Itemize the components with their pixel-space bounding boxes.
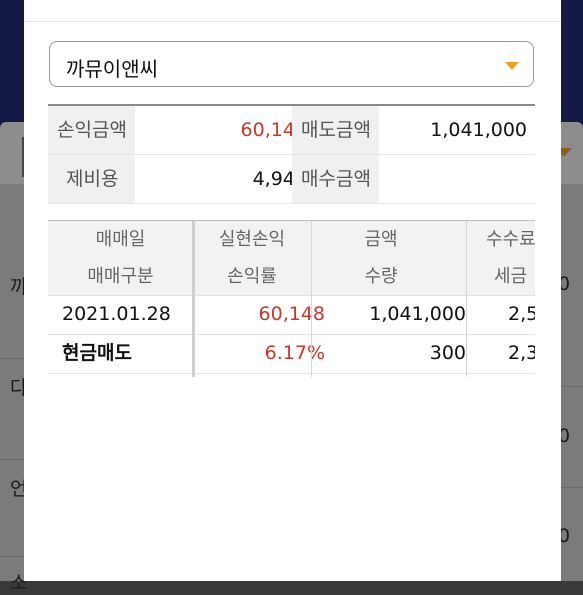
table-header-row: 매매일 실현손익 금액 수수료: [48, 221, 535, 258]
costs-value: 4,942: [252, 168, 307, 190]
profit-amount-value: 60,148: [240, 119, 307, 141]
column-divider: [311, 221, 312, 377]
column-header-trade-type: 매매구분: [87, 266, 154, 287]
table-row[interactable]: 현금매도 6.17% 300 2,3: [48, 335, 535, 374]
summary-row: 손익금액 60,148 매도금액 1,041,000: [48, 106, 535, 155]
tax-cell: 2,3: [508, 342, 535, 364]
column-header-fee: 수수료: [486, 229, 535, 250]
column-divider: [192, 221, 195, 377]
column-header-amount: 금액: [364, 229, 398, 250]
table-row[interactable]: 2021.01.28 60,148 1,041,000 2,5: [48, 296, 535, 335]
trade-detail-modal: 까뮤이앤씨 손익금액 60,148 매도금액 1,041,000 제비용 4,9…: [24, 0, 561, 581]
stock-select-value: 까뮤이앤씨: [66, 57, 158, 81]
profit-amount-label: 손익금액: [48, 106, 135, 154]
trade-history-table[interactable]: 매매일 실현손익 금액 수수료 매매구분 손익률 수량 세금 2021.01.2…: [48, 220, 535, 377]
buy-amount-label: 매수금액: [292, 155, 379, 203]
background-row-divider: [561, 386, 583, 387]
trade-date-cell: 2021.01.28: [62, 303, 171, 325]
sell-amount-label: 매도금액: [292, 106, 379, 154]
quantity-cell: 300: [429, 342, 466, 364]
background-row-divider: [0, 459, 24, 460]
column-header-tax: 세금: [494, 266, 528, 287]
column-header-quantity: 수량: [364, 266, 398, 287]
background-row-divider: [0, 556, 24, 557]
realized-pnl-cell: 60,148: [258, 303, 325, 325]
column-header-trade-date: 매매일: [95, 229, 146, 250]
fee-cell: 2,5: [508, 303, 535, 325]
costs-label: 제비용: [48, 155, 135, 203]
profit-summary-table: 손익금액 60,148 매도금액 1,041,000 제비용 4,942 매수금…: [48, 104, 535, 207]
sell-amount-value: 1,041,000: [430, 119, 527, 141]
background-row-divider: [561, 487, 583, 488]
modal-header-divider: [24, 21, 561, 22]
stock-select-dropdown[interactable]: 까뮤이앤씨: [49, 41, 534, 87]
trade-type-cell: 현금매도: [62, 342, 132, 364]
table-header-row: 매매구분 손익률 수량 세금: [48, 258, 535, 296]
buy-amount-value: [379, 155, 527, 203]
column-header-profit-rate: 손익률: [227, 266, 277, 287]
column-divider: [466, 221, 467, 377]
background-row-divider: [0, 358, 24, 359]
caret-down-icon[interactable]: [505, 62, 519, 70]
amount-cell: 1,041,000: [369, 303, 466, 325]
column-header-realized-pnl: 실현손익: [218, 229, 286, 250]
summary-row: 제비용 4,942 매수금액: [48, 155, 535, 204]
profit-rate-cell: 6.17%: [264, 342, 325, 364]
